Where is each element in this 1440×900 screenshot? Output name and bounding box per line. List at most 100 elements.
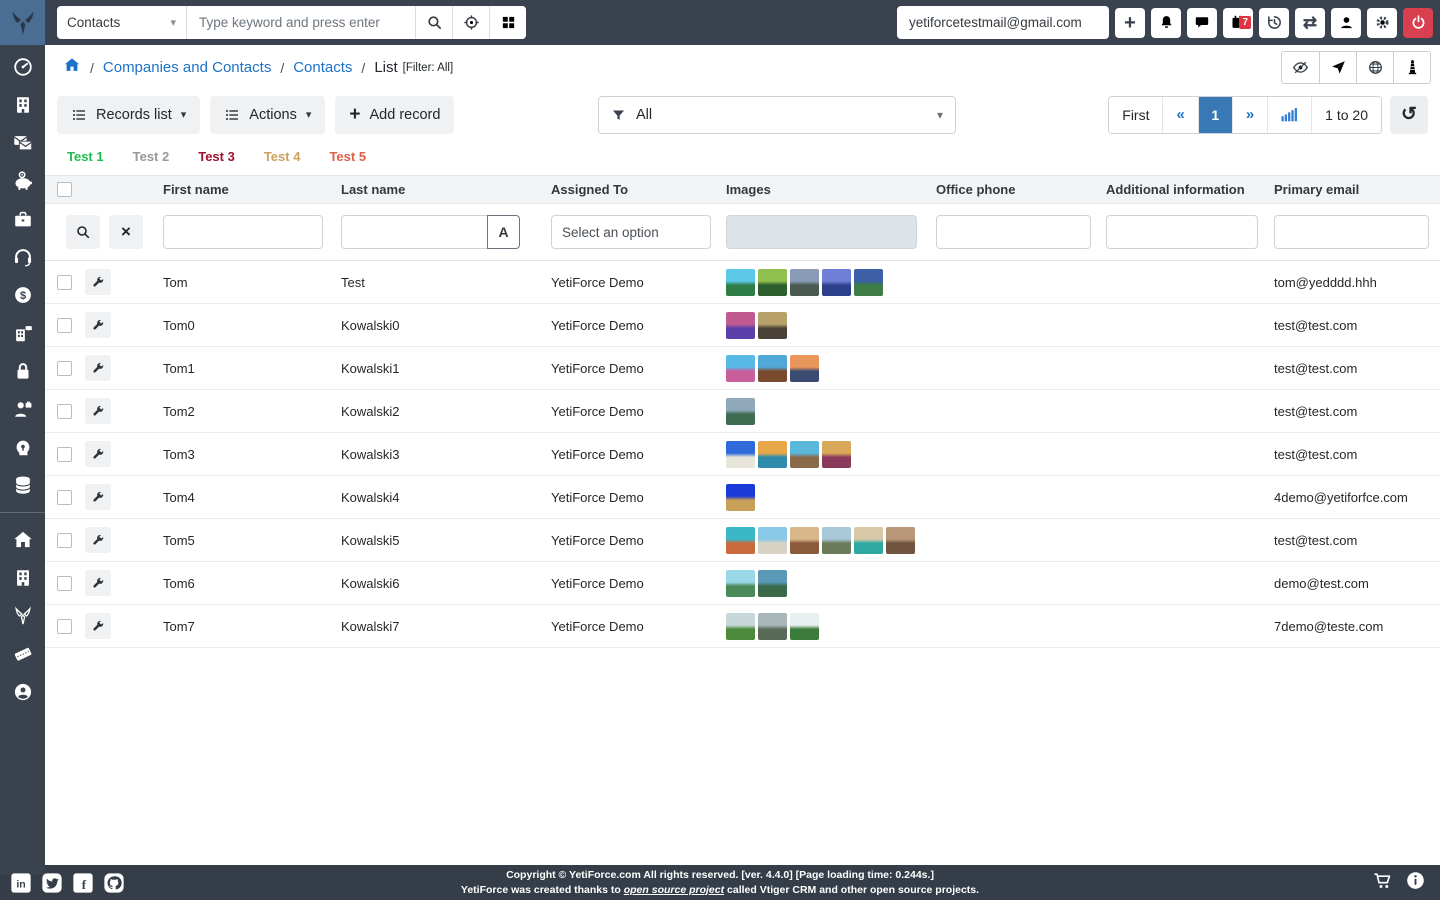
row-edit-button[interactable]: [85, 355, 111, 381]
apps-menu-button[interactable]: [489, 6, 526, 39]
tab-test-5[interactable]: Test 5: [329, 149, 366, 164]
quick-create-button[interactable]: +: [1115, 7, 1145, 38]
settings-button[interactable]: [1367, 7, 1397, 38]
sidebar-item-security[interactable]: [12, 360, 34, 382]
image-thumbnail[interactable]: [758, 526, 787, 554]
sidebar-item-dashboard[interactable]: [12, 56, 34, 78]
sidebar-item-sales[interactable]: [12, 170, 34, 192]
pagination-first-button[interactable]: First: [1109, 96, 1163, 133]
image-thumbnail[interactable]: [822, 526, 851, 554]
tab-test-2[interactable]: Test 2: [133, 149, 170, 164]
goto-record-button[interactable]: [452, 6, 489, 39]
add-record-button[interactable]: + Add record: [335, 95, 455, 134]
search-office-phone-input[interactable]: [936, 215, 1091, 249]
user-menu-button[interactable]: [1331, 7, 1361, 38]
row-edit-button[interactable]: [85, 527, 111, 553]
search-first-name-input[interactable]: [163, 215, 323, 249]
search-additional-information-input[interactable]: [1106, 215, 1258, 249]
watchdog-button[interactable]: [1393, 52, 1430, 83]
image-thumbnail[interactable]: [726, 440, 755, 468]
table-row[interactable]: Tom3 Kowalski3 YetiForce Demo test@test.…: [45, 433, 1440, 476]
row-checkbox[interactable]: [57, 446, 72, 462]
sidebar-item-knowledge[interactable]: [12, 436, 34, 458]
tab-test-4[interactable]: Test 4: [264, 149, 301, 164]
image-thumbnail[interactable]: [726, 354, 755, 382]
search-assigned-to-select[interactable]: Select an option: [551, 215, 711, 249]
image-thumbnail[interactable]: [726, 569, 755, 597]
sidebar-item-logistics[interactable]: [12, 322, 34, 344]
sidebar-item-tickets[interactable]: [12, 643, 34, 665]
linkedin-link[interactable]: in: [10, 872, 32, 894]
table-row[interactable]: Tom1 Kowalski1 YetiForce Demo test@test.…: [45, 347, 1440, 390]
sidebar-item-support[interactable]: [12, 246, 34, 268]
table-row[interactable]: Tom2 Kowalski2 YetiForce Demo test@test.…: [45, 390, 1440, 433]
actions-button[interactable]: Actions ▾: [210, 95, 326, 134]
breadcrumb-link-contacts[interactable]: Contacts: [293, 59, 352, 76]
pagination-prev-button[interactable]: «: [1162, 96, 1198, 133]
clear-search-button[interactable]: ×: [109, 215, 143, 249]
send-notifications-button[interactable]: [1319, 52, 1356, 83]
image-thumbnail[interactable]: [886, 526, 915, 554]
table-row[interactable]: Tom4 Kowalski4 YetiForce Demo 4demo@yeti…: [45, 476, 1440, 519]
sidebar-item-home[interactable]: [12, 529, 34, 551]
filter-select[interactable]: All ▾: [598, 96, 956, 134]
image-thumbnail[interactable]: [726, 612, 755, 640]
yetiforce-logo[interactable]: [0, 0, 45, 45]
select-all-checkbox[interactable]: [57, 182, 72, 197]
image-thumbnail[interactable]: [758, 612, 787, 640]
records-list-button[interactable]: Records list ▾: [57, 95, 201, 134]
column-header-office-phone[interactable]: Office phone: [936, 182, 1106, 197]
case-sensitive-toggle[interactable]: A: [487, 215, 520, 249]
image-thumbnail[interactable]: [758, 311, 787, 339]
twitter-link[interactable]: [41, 872, 63, 894]
notifications-button[interactable]: [1151, 7, 1181, 38]
shop-button[interactable]: [1372, 870, 1393, 896]
row-checkbox[interactable]: [57, 317, 72, 333]
row-edit-button[interactable]: [85, 269, 111, 295]
image-thumbnail[interactable]: [726, 311, 755, 339]
pagination-next-button[interactable]: »: [1231, 96, 1268, 133]
github-link[interactable]: [103, 872, 125, 894]
image-thumbnail[interactable]: [854, 526, 883, 554]
chat-button[interactable]: [1187, 7, 1217, 38]
breadcrumb-link-companies-and-contacts[interactable]: Companies and Contacts: [103, 59, 271, 76]
email-field[interactable]: [897, 6, 1109, 39]
row-checkbox[interactable]: [57, 532, 72, 548]
row-checkbox[interactable]: [57, 575, 72, 591]
image-thumbnail[interactable]: [790, 526, 819, 554]
table-row[interactable]: Tom Test YetiForce Demo tom@yedddd.hhh: [45, 261, 1440, 304]
row-edit-button[interactable]: [85, 613, 111, 639]
image-thumbnail[interactable]: [854, 268, 883, 296]
switch-users-button[interactable]: ⇄: [1295, 7, 1325, 38]
image-thumbnail[interactable]: [790, 440, 819, 468]
row-checkbox[interactable]: [57, 274, 72, 290]
row-checkbox[interactable]: [57, 403, 72, 419]
row-edit-button[interactable]: [85, 312, 111, 338]
web-service-button[interactable]: [1356, 52, 1393, 83]
calendar-button[interactable]: 7: [1223, 7, 1253, 38]
column-header-images[interactable]: Images: [726, 182, 936, 197]
column-header-additional-information[interactable]: Additional information: [1106, 182, 1274, 197]
image-thumbnail[interactable]: [726, 397, 755, 425]
image-thumbnail[interactable]: [758, 268, 787, 296]
image-thumbnail[interactable]: [726, 483, 755, 511]
facebook-link[interactable]: f: [72, 872, 94, 894]
sidebar-item-mail[interactable]: [12, 132, 34, 154]
logout-button[interactable]: [1403, 7, 1433, 38]
sidebar-item-companies[interactable]: [12, 94, 34, 116]
table-row[interactable]: Tom7 Kowalski7 YetiForce Demo 7demo@test…: [45, 605, 1440, 648]
show-hidden-records-button[interactable]: [1282, 52, 1319, 83]
image-thumbnail[interactable]: [822, 440, 851, 468]
table-row[interactable]: Tom0 Kowalski0 YetiForce Demo test@test.…: [45, 304, 1440, 347]
module-select[interactable]: Contacts ▾: [57, 6, 187, 39]
image-thumbnail[interactable]: [790, 612, 819, 640]
row-edit-button[interactable]: [85, 441, 111, 467]
image-thumbnail[interactable]: [790, 354, 819, 382]
sidebar-item-company-detail[interactable]: [12, 567, 34, 589]
keyword-search-input[interactable]: [187, 6, 415, 39]
column-header-first-name[interactable]: First name: [163, 182, 341, 197]
breadcrumb-home-link[interactable]: [63, 56, 81, 79]
row-edit-button[interactable]: [85, 398, 111, 424]
history-button[interactable]: [1259, 7, 1289, 38]
column-header-primary-email[interactable]: Primary email: [1274, 182, 1440, 197]
